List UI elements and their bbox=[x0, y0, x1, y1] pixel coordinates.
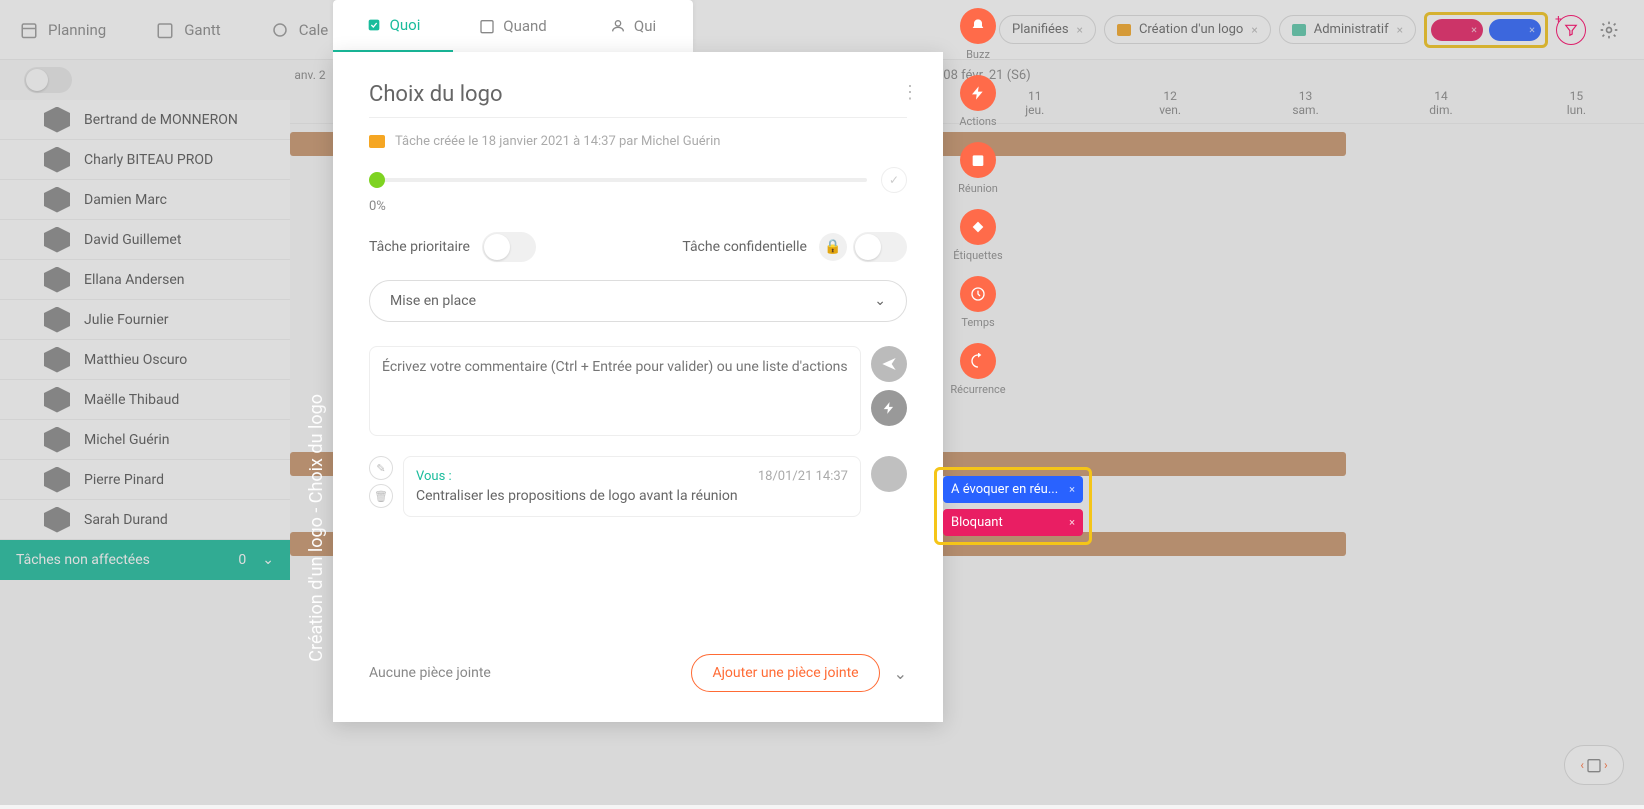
chevron-left-icon: ‹ bbox=[1580, 758, 1584, 772]
avatar bbox=[44, 427, 70, 453]
avatar bbox=[44, 267, 70, 293]
avatar bbox=[44, 387, 70, 413]
tab-quand[interactable]: Quand bbox=[453, 0, 573, 52]
avatar bbox=[44, 227, 70, 253]
tab-qui[interactable]: Qui bbox=[573, 0, 693, 52]
person-row[interactable]: Maëlle Thibaud bbox=[0, 380, 290, 420]
avatar bbox=[44, 467, 70, 493]
priority-label: Tâche prioritaire bbox=[369, 239, 470, 255]
person-row[interactable]: Matthieu Oscuro bbox=[0, 340, 290, 380]
history-date: 18/01/21 14:37 bbox=[758, 469, 848, 484]
complete-check[interactable]: ✓ bbox=[881, 167, 907, 193]
avatar bbox=[871, 456, 907, 492]
briefcase-icon bbox=[369, 135, 385, 148]
task-modal: Choix du logo ⋮ Tâche créée le 18 janvie… bbox=[333, 52, 943, 722]
chevron-right-icon: › bbox=[1604, 758, 1608, 772]
person-row[interactable]: David Guillemet bbox=[0, 220, 290, 260]
chevron-down-icon: ⌄ bbox=[262, 552, 274, 568]
day-col: 13sam. bbox=[1238, 87, 1373, 123]
person-row[interactable]: Charly BITEAU PROD bbox=[0, 140, 290, 180]
send-button[interactable] bbox=[871, 346, 907, 382]
day-col: 14dim. bbox=[1373, 87, 1508, 123]
modal-tabs: Quoi Quand Qui bbox=[333, 0, 693, 52]
task-title[interactable]: Choix du logo bbox=[369, 82, 907, 118]
avatar bbox=[44, 347, 70, 373]
tab-quoi[interactable]: Quoi bbox=[333, 0, 453, 52]
history-author: Vous : bbox=[416, 469, 452, 484]
nav-planning-label: Planning bbox=[48, 21, 106, 39]
briefcase-icon bbox=[1117, 24, 1131, 36]
avatar bbox=[44, 507, 70, 533]
nav-gantt-label: Gantt bbox=[184, 21, 220, 39]
person-row[interactable]: Pierre Pinard bbox=[0, 460, 290, 500]
avatar bbox=[44, 107, 70, 133]
people-sidebar: Bertrand de MONNERON Charly BITEAU PROD … bbox=[0, 60, 290, 805]
progress-pct: 0% bbox=[369, 199, 907, 214]
avatar bbox=[44, 147, 70, 173]
meeting-button[interactable] bbox=[960, 142, 996, 178]
time-button[interactable] bbox=[960, 276, 996, 312]
close-icon[interactable]: × bbox=[1069, 483, 1075, 496]
filter-chip-project1[interactable]: Création d'un logo × bbox=[1104, 15, 1271, 44]
recurrence-button[interactable] bbox=[960, 343, 996, 379]
tag-evoquer[interactable]: A évoquer en réu... × bbox=[943, 476, 1083, 503]
filter-chip-project2[interactable]: Administratif × bbox=[1279, 15, 1416, 44]
person-row[interactable]: Ellana Andersen bbox=[0, 260, 290, 300]
tag-bloquant[interactable]: Bloquant × bbox=[943, 509, 1083, 536]
breadcrumb: Création d'un logo - Choix du logo bbox=[300, 374, 333, 682]
quick-action-button[interactable] bbox=[871, 390, 907, 426]
unassigned-row[interactable]: Tâches non affectées 0⌄ bbox=[0, 540, 290, 580]
color-filter-blue[interactable] bbox=[1489, 19, 1541, 41]
nav-planning[interactable]: Planning bbox=[20, 21, 106, 39]
add-attachment-button[interactable]: Ajouter une pièce jointe bbox=[691, 654, 879, 692]
person-row[interactable]: Michel Guérin bbox=[0, 420, 290, 460]
buzz-button[interactable] bbox=[960, 8, 996, 44]
history-item: ✎ 🗑 Vous : 18/01/21 14:37 Centraliser le… bbox=[369, 456, 907, 517]
close-icon[interactable]: × bbox=[1069, 516, 1075, 529]
briefcase-icon bbox=[1292, 24, 1306, 36]
day-col: 12ven. bbox=[1102, 87, 1237, 123]
more-menu-icon[interactable]: ⋮ bbox=[901, 82, 919, 103]
confidential-toggle[interactable] bbox=[853, 232, 907, 262]
created-info: Tâche créée le 18 janvier 2021 à 14:37 p… bbox=[369, 134, 907, 149]
attachment-status: Aucune pièce jointe bbox=[369, 665, 491, 681]
sidebar-toggle[interactable] bbox=[24, 67, 72, 93]
person-row[interactable]: Julie Fournier bbox=[0, 300, 290, 340]
settings-button[interactable] bbox=[1594, 15, 1624, 45]
person-row[interactable]: Damien Marc bbox=[0, 180, 290, 220]
chevron-down-icon[interactable]: ⌄ bbox=[894, 664, 907, 683]
priority-toggle[interactable] bbox=[482, 232, 536, 262]
close-icon[interactable]: × bbox=[1397, 23, 1403, 37]
progress-slider[interactable] bbox=[369, 178, 867, 182]
avatar bbox=[44, 307, 70, 333]
avatar bbox=[44, 187, 70, 213]
nav-gantt[interactable]: Gantt bbox=[156, 21, 220, 39]
add-filter-button[interactable] bbox=[1556, 15, 1586, 45]
person-row[interactable]: Bertrand de MONNERON bbox=[0, 100, 290, 140]
history-text: Centraliser les propositions de logo ava… bbox=[416, 488, 848, 504]
color-filter-highlight bbox=[1424, 12, 1548, 48]
confidential-label: Tâche confidentielle bbox=[682, 239, 807, 255]
lock-icon: 🔒 bbox=[819, 233, 847, 261]
close-icon[interactable]: × bbox=[1251, 23, 1257, 37]
tags-highlight: A évoquer en réu... × Bloquant × bbox=[934, 467, 1092, 545]
delete-icon[interactable]: 🗑 bbox=[369, 484, 393, 508]
color-filter-pink[interactable] bbox=[1431, 19, 1483, 41]
phase-select[interactable]: Mise en place ⌄ bbox=[369, 280, 907, 322]
day-col: 15lun. bbox=[1509, 87, 1644, 123]
edit-icon[interactable]: ✎ bbox=[369, 456, 393, 480]
action-strip: Buzz Actions Réunion Étiquettes Temps Ré… bbox=[943, 0, 1013, 404]
jump-to-date-button[interactable]: ‹ › bbox=[1564, 745, 1624, 785]
tags-button[interactable] bbox=[960, 209, 996, 245]
person-row[interactable]: Sarah Durand bbox=[0, 500, 290, 540]
chevron-down-icon: ⌄ bbox=[874, 293, 886, 309]
actions-button[interactable] bbox=[960, 75, 996, 111]
comment-input[interactable] bbox=[369, 346, 861, 436]
